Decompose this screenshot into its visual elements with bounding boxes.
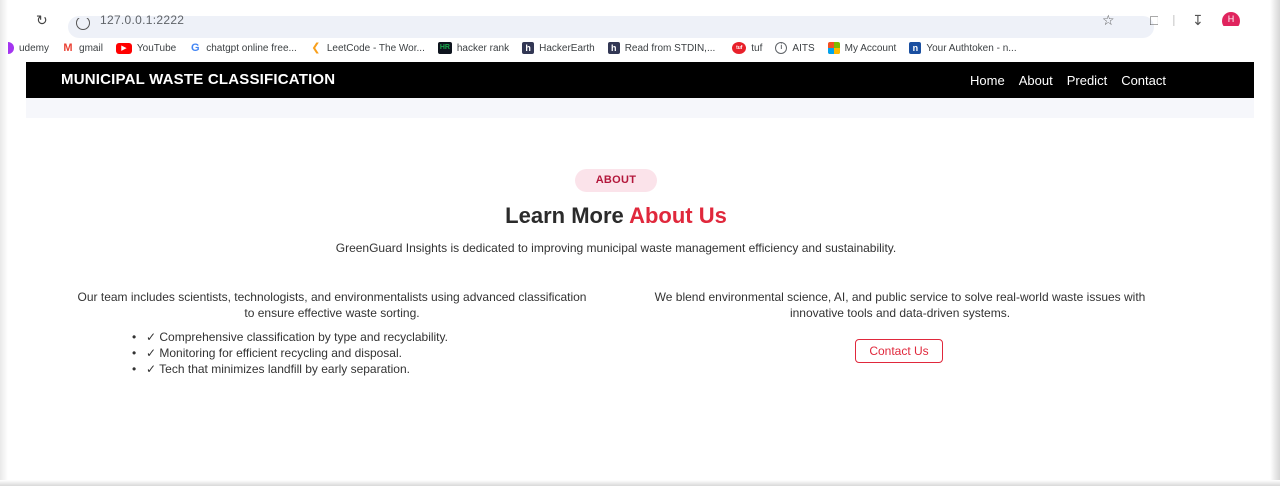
bookmark-label: Read from STDIN,... (624, 42, 716, 54)
address-url[interactable]: 127.0.0.1:2222 (100, 14, 184, 26)
navbar-shadow-band (26, 98, 1254, 118)
tuf-icon: tuf (732, 42, 747, 54)
bookmark-label: udemy (19, 42, 50, 54)
ngrok-icon: n (909, 42, 922, 54)
aits-icon: i (775, 42, 788, 54)
screenshot: ↻ 127.0.0.1:2222 ☆ □ | ↧ H udemy M gmail… (0, 0, 1280, 486)
section-lead: GreenGuard Insights is dedicated to impr… (335, 241, 897, 255)
site-info-icon[interactable] (76, 18, 90, 30)
window-frame-bottom (0, 480, 1280, 486)
site-brand[interactable]: MUNICIPAL WASTE CLASSIFICATION (61, 62, 335, 98)
bookmark-label: hacker rank (456, 42, 510, 54)
youtube-icon: ▶ (115, 42, 132, 54)
nav-link-contact[interactable]: Contact (1121, 73, 1166, 88)
download-icon[interactable]: ↧ (1192, 14, 1204, 26)
window-frame-right (1270, 0, 1280, 486)
bookmark-label: HackerEarth (539, 42, 595, 54)
toolbar-divider: | (1172, 14, 1176, 26)
microsoft-icon (827, 42, 840, 54)
browser-toolbar: ↻ 127.0.0.1:2222 ☆ □ | ↧ H (26, 0, 1258, 38)
profile-avatar[interactable]: H (1222, 12, 1240, 26)
bookmark-label: My Account (844, 42, 897, 54)
bookmark-read-from-stdin[interactable]: h Read from STDIN,... (607, 38, 716, 58)
udemy-icon (8, 42, 14, 54)
team-description: Our team includes scientists, technologi… (77, 290, 587, 320)
bookmark-my-account[interactable]: My Account (827, 38, 897, 58)
mission-description: We blend environmental science, AI, and … (654, 290, 1146, 320)
feature-list: ✓ Comprehensive classification by type a… (116, 329, 448, 377)
bookmark-label: Your Authtoken - n... (926, 42, 1017, 54)
bookmark-aits[interactable]: i AITS (775, 38, 815, 58)
google-icon: G (190, 42, 200, 54)
bookmark-label: chatgpt online free... (206, 42, 297, 54)
address-bar[interactable] (68, 16, 1154, 38)
gmail-icon: M (63, 42, 73, 54)
site-navbar: MUNICIPAL WASTE CLASSIFICATION Home Abou… (26, 62, 1254, 98)
heading-prefix: Learn More (505, 203, 630, 228)
feature-item: ✓ Monitoring for efficient recycling and… (116, 345, 448, 361)
feature-item: ✓ Comprehensive classification by type a… (116, 329, 448, 345)
bookmark-label: gmail (79, 42, 103, 54)
bookmark-label: YouTube (136, 42, 177, 54)
bookmark-label: LeetCode - The Wor... (326, 42, 425, 54)
bookmark-hackerearth[interactable]: h HackerEarth (522, 38, 595, 58)
hackerearth-icon: h (607, 42, 620, 54)
feature-item: ✓ Tech that minimizes landfill by early … (116, 361, 448, 377)
bookmark-label: tuf (751, 42, 763, 54)
bookmark-udemy[interactable]: udemy (8, 38, 49, 58)
section-heading: Learn More About Us (0, 203, 1232, 229)
heading-accent: About Us (629, 203, 727, 228)
nav-links: Home About Predict Contact (970, 62, 1166, 98)
nav-link-predict[interactable]: Predict (1067, 73, 1107, 88)
nav-link-home[interactable]: Home (970, 73, 1005, 88)
hackerrank-icon: HR (437, 42, 452, 54)
bookmark-gmail[interactable]: M gmail (62, 38, 103, 58)
bookmark-tuf[interactable]: tuf tuf (732, 38, 762, 58)
bookmark-leetcode[interactable]: ❮ LeetCode - The Wor... (310, 38, 425, 58)
bookmark-star-icon[interactable]: ☆ (1102, 14, 1115, 26)
bookmarks-bar: udemy M gmail ▶ YouTube G chatgpt online… (0, 38, 1270, 58)
bookmark-hackerrank[interactable]: HR hacker rank (437, 38, 510, 58)
contact-us-button[interactable]: Contact Us (855, 339, 943, 363)
section-badge: ABOUT (575, 169, 657, 192)
bookmark-label: AITS (792, 42, 815, 54)
reload-icon[interactable]: ↻ (36, 15, 48, 25)
hackerearth-icon: h (522, 42, 535, 54)
leetcode-icon: ❮ (311, 42, 321, 54)
extensions-icon[interactable]: □ (1150, 14, 1158, 26)
nav-link-about[interactable]: About (1019, 73, 1053, 88)
bookmark-youtube[interactable]: ▶ YouTube (115, 38, 177, 58)
bookmark-chatgpt[interactable]: G chatgpt online free... (189, 38, 297, 58)
bookmark-your-authtoken[interactable]: n Your Authtoken - n... (909, 38, 1017, 58)
